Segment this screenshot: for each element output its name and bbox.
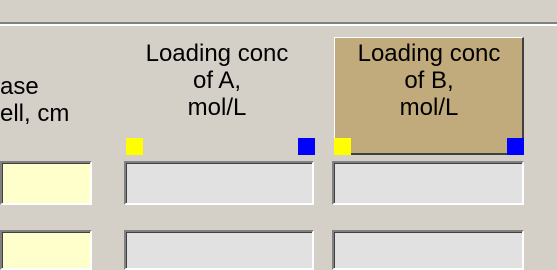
- column-header-partial[interactable]: ase ell, cm: [0, 73, 92, 127]
- cell-row1-partial[interactable]: [0, 161, 92, 205]
- grid-top-highlight: [0, 24, 557, 26]
- cell-row1-conc-a[interactable]: [124, 161, 314, 205]
- cell-row1-conc-b[interactable]: [332, 161, 524, 205]
- yellow-marker-b: [334, 138, 351, 155]
- yellow-marker-a: [126, 138, 143, 155]
- column-header-conc-a[interactable]: Loading conc of A, mol/L: [122, 40, 312, 121]
- top-strip: [0, 0, 557, 22]
- blue-marker-a: [298, 138, 315, 155]
- cell-row2-partial[interactable]: [0, 230, 92, 270]
- blue-marker-b: [507, 138, 524, 155]
- column-header-conc-b[interactable]: Loading conc of B, mol/L: [334, 40, 524, 121]
- cell-row2-conc-b[interactable]: [332, 230, 524, 270]
- cell-row2-conc-a[interactable]: [124, 230, 314, 270]
